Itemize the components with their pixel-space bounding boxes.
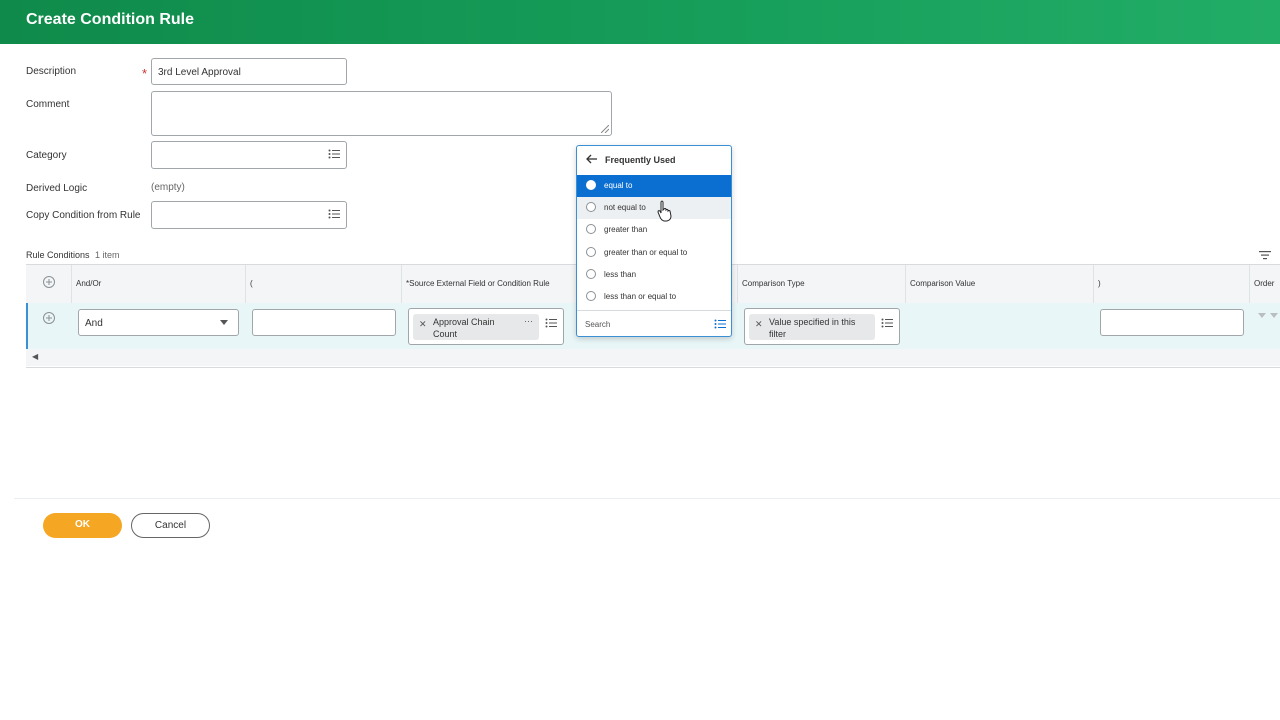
rule-conditions-title: Rule Conditions (26, 250, 90, 260)
copy-condition-label: Copy Condition from Rule (26, 210, 141, 221)
ok-button[interactable]: OK (43, 513, 122, 538)
option-label: less than (604, 270, 637, 279)
list-prompt-icon[interactable] (881, 317, 893, 329)
dropdown-title: Frequently Used (605, 155, 676, 165)
option-greater-than-or-equal-to[interactable]: greater than or equal to (577, 242, 731, 264)
radio-icon (586, 291, 596, 301)
column-header-source[interactable]: *Source External Field or Condition Rule (406, 279, 550, 288)
column-header-comparison-type[interactable]: Comparison Type (742, 279, 805, 288)
chevron-down-icon (220, 320, 228, 325)
cancel-button[interactable]: Cancel (131, 513, 210, 538)
option-greater-than[interactable]: greater than (577, 219, 731, 241)
order-arrows-icon[interactable] (1258, 313, 1278, 321)
comment-field[interactable] (151, 91, 612, 136)
dropdown-header: Frequently Used (577, 146, 731, 174)
filter-icon[interactable] (1258, 249, 1272, 261)
description-value: 3rd Level Approval (158, 67, 241, 78)
horizontal-scrollbar[interactable]: ◀ (26, 349, 1280, 366)
option-less-than-or-equal-to[interactable]: less than or equal to (577, 286, 731, 308)
open-paren-field[interactable] (252, 309, 396, 336)
column-header-close-paren[interactable]: ) (1098, 279, 1101, 288)
option-label: equal to (604, 181, 633, 190)
column-header-order[interactable]: Order (1254, 279, 1274, 288)
column-header-and-or[interactable]: And/Or (76, 279, 101, 288)
radio-icon (586, 269, 596, 279)
remove-icon[interactable]: ✕ (419, 319, 427, 330)
radio-icon (586, 180, 596, 190)
operator-dropdown[interactable]: Frequently Used equal to not equal to gr… (576, 145, 732, 337)
comment-label: Comment (26, 99, 70, 110)
list-prompt-icon[interactable] (545, 317, 557, 329)
column-header-open-paren[interactable]: ( (250, 279, 253, 288)
list-prompt-icon[interactable] (328, 148, 340, 160)
close-paren-field[interactable] (1100, 309, 1244, 336)
source-pill-text: Approval Chain Count (433, 317, 495, 339)
more-icon[interactable]: ··· (524, 316, 533, 326)
rule-conditions-count: 1 item (95, 250, 120, 260)
category-field[interactable] (151, 141, 347, 169)
hand-cursor-icon (657, 200, 672, 222)
option-label: greater than (604, 225, 648, 234)
comparison-type-pill-text: Value specified in this filter (769, 317, 856, 339)
derived-logic-value: (empty) (151, 182, 185, 193)
category-label: Category (26, 150, 67, 161)
option-not-equal-to[interactable]: not equal to (577, 197, 731, 219)
comparison-type-field[interactable]: ✕ Value specified in this filter (744, 308, 900, 345)
description-label: Description (26, 66, 77, 77)
search-placeholder: Search (585, 320, 611, 329)
list-prompt-icon[interactable] (714, 318, 726, 330)
page-header: Create Condition Rule (0, 0, 1280, 44)
column-header-comparison-value[interactable]: Comparison Value (910, 279, 975, 288)
option-less-than[interactable]: less than (577, 264, 731, 286)
option-label: greater than or equal to (604, 248, 688, 257)
option-label: not equal to (604, 203, 646, 212)
and-or-select[interactable]: And (78, 309, 239, 336)
list-prompt-icon[interactable] (328, 208, 340, 220)
and-or-value: And (85, 318, 103, 329)
add-row-icon[interactable] (43, 276, 55, 288)
description-field[interactable]: 3rd Level Approval (151, 58, 347, 85)
radio-icon (586, 202, 596, 212)
radio-icon (586, 247, 596, 257)
option-label: less than or equal to (604, 292, 677, 301)
derived-logic-label: Derived Logic (26, 183, 88, 194)
source-pill[interactable]: ✕ Approval Chain Count ··· (413, 314, 539, 340)
back-arrow-icon[interactable] (586, 153, 598, 165)
comparison-type-pill[interactable]: ✕ Value specified in this filter (749, 314, 875, 340)
copy-condition-field[interactable] (151, 201, 347, 229)
add-row-icon[interactable] (43, 312, 55, 324)
page-title: Create Condition Rule (26, 11, 195, 28)
dropdown-search-input[interactable]: Search (577, 310, 731, 337)
resize-handle-icon[interactable] (601, 125, 609, 133)
radio-icon (586, 224, 596, 234)
remove-icon[interactable]: ✕ (755, 319, 763, 330)
option-equal-to[interactable]: equal to (577, 175, 731, 197)
source-field[interactable]: ✕ Approval Chain Count ··· (408, 308, 564, 345)
required-asterisk: * (142, 66, 148, 81)
scroll-left-icon[interactable]: ◀ (32, 352, 38, 361)
